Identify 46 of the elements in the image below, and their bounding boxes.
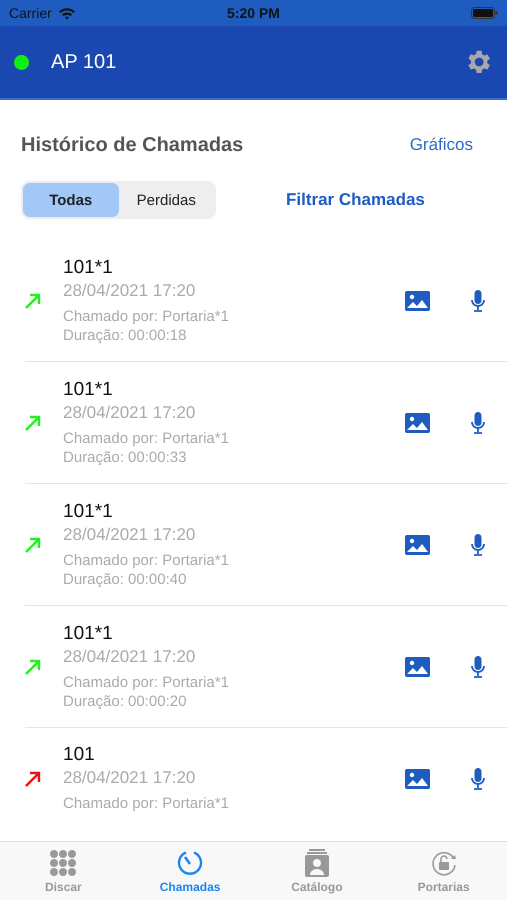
battery-icon (470, 7, 498, 19)
caller-text: Chamado por: Portaria*1 (63, 428, 230, 448)
timer-icon (176, 848, 204, 876)
duration-text: Duração: 00:00:20 (63, 692, 188, 710)
caller-text: Chamado por: Portaria*1 (63, 672, 230, 692)
microphone-icon[interactable] (470, 654, 486, 678)
image-icon[interactable] (405, 290, 430, 310)
microphone-icon[interactable] (470, 532, 486, 556)
call-datetime: 28/04/2021 17:20 (63, 768, 196, 788)
status-time: 5:20 PM (227, 5, 280, 21)
call-datetime: 28/04/2021 17:20 (63, 402, 196, 422)
duration-text: Duração: 00:00:18 (63, 326, 188, 344)
tab-bar-item[interactable]: Chamadas (126, 842, 254, 900)
call-datetime: 28/04/2021 17:20 (63, 280, 196, 300)
call-name: 101*1 (63, 378, 114, 400)
tab-bar-item[interactable]: Catálogo (254, 842, 380, 900)
segment-tab[interactable]: Todas (23, 183, 118, 217)
microphone-icon[interactable] (470, 766, 486, 790)
tab-bar-item[interactable]: Portarias (380, 842, 507, 900)
image-icon[interactable] (405, 534, 430, 554)
microphone-icon[interactable] (470, 288, 486, 312)
duration-text: Duração: 00:00:33 (63, 448, 188, 466)
tab-bar-item[interactable]: Discar (0, 842, 127, 900)
caller-text: Chamado por: Portaria*1 (63, 306, 230, 326)
header-title: AP 101 (51, 50, 118, 74)
call-name: 101*1 (63, 256, 114, 278)
segment-tab[interactable]: Perdidas (118, 183, 214, 217)
image-icon[interactable] (405, 768, 430, 788)
call-datetime: 28/04/2021 17:20 (63, 524, 196, 544)
carrier-name: Carrier (9, 5, 52, 21)
call-datetime: 28/04/2021 17:20 (63, 646, 196, 666)
section-title: Histórico de Chamadas (21, 134, 244, 156)
image-icon[interactable] (405, 412, 430, 432)
wifi-icon (58, 6, 76, 20)
caller-text: Chamado por: Portaria*1 (63, 550, 230, 570)
microphone-icon[interactable] (470, 410, 486, 434)
duration-text: Duração: 00:00:40 (63, 570, 188, 588)
filter-link[interactable]: Filtrar Chamadas (286, 190, 425, 210)
call-name: 101 (63, 744, 96, 766)
contact-card-icon (302, 848, 331, 876)
call-name: 101*1 (63, 500, 114, 522)
image-icon[interactable] (405, 656, 430, 676)
charts-link[interactable]: Gráficos (410, 135, 473, 155)
keypad-icon (49, 848, 78, 876)
call-name: 101*1 (63, 622, 114, 644)
caller-text: Chamado por: Portaria*1 (63, 794, 230, 813)
